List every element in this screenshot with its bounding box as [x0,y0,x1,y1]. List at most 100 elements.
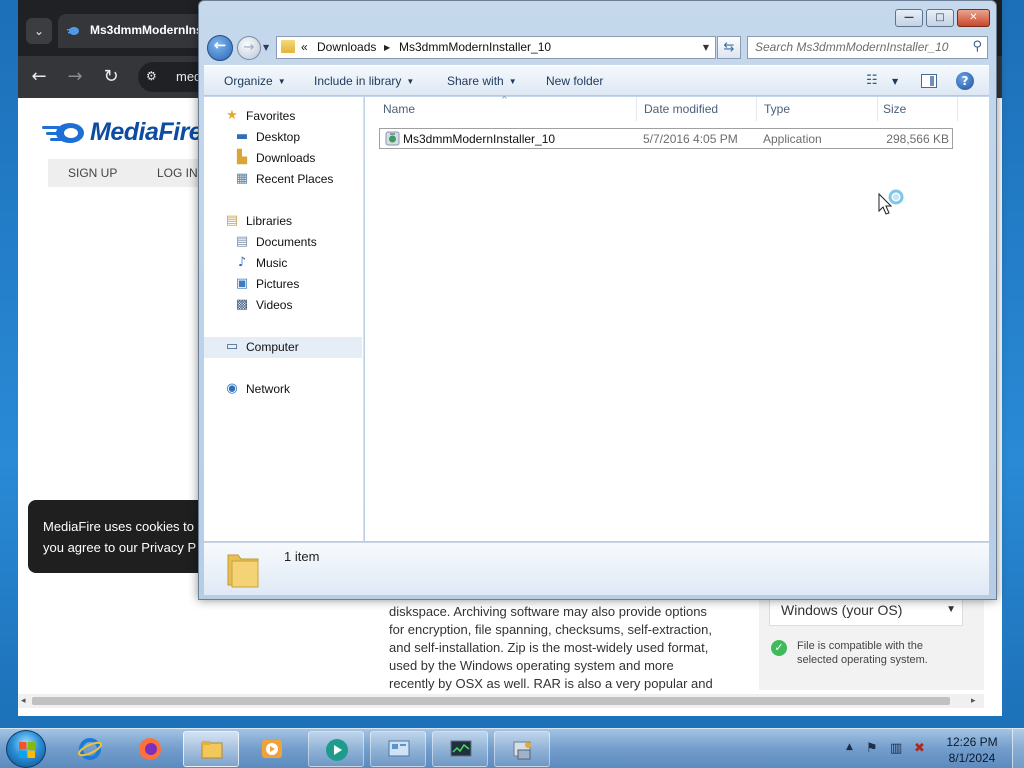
breadcrumb-overflow[interactable]: « [301,40,308,54]
column-divider[interactable] [957,97,958,121]
mediafire-flame-icon [42,123,84,143]
organize-button[interactable]: Organize ▼ [224,74,286,88]
taskbar-windows-explorer[interactable] [183,731,239,767]
minimize-button[interactable]: — [895,9,923,27]
dropdown-arrow-icon: ▼ [946,604,956,615]
volume-muted-icon[interactable]: ✖ [914,741,925,756]
app-circle-icon [326,739,348,761]
refresh-button[interactable]: ⇆ [717,36,741,59]
taskbar-control-panel[interactable] [370,731,426,767]
show-hidden-icons-icon[interactable]: ▲ [846,742,853,752]
breadcrumb-current-folder[interactable]: Ms3dmmModernInstaller_10 [399,40,551,54]
scroll-left-icon[interactable]: ◂ [21,696,26,706]
nav-item-music[interactable]: ♪ Music [204,253,362,274]
documents-icon: ▤ [235,234,249,249]
check-icon: ✓ [771,640,787,656]
nav-item-libraries[interactable]: ▤ Libraries [204,211,362,232]
breadcrumb-downloads[interactable]: Downloads [317,40,376,54]
file-row[interactable]: Ms3dmmModernInstaller_10 5/7/2016 4:05 P… [379,128,953,149]
browser-back-icon[interactable]: ← [26,64,52,90]
address-history-icon[interactable]: ▼ [703,43,709,52]
scrollbar-thumb[interactable] [32,697,950,705]
browser-forward-icon[interactable]: → [62,64,88,90]
nav-item-computer[interactable]: ▭ Computer [204,337,362,358]
application-icon [385,131,400,146]
nav-item-desktop[interactable]: ▬ Desktop [204,127,362,148]
column-header-date-modified[interactable]: Date modified [644,102,718,116]
include-in-library-button[interactable]: Include in library ▼ [314,74,414,88]
share-with-button[interactable]: Share with ▼ [447,74,517,88]
file-size: 298,566 KB [886,132,949,146]
maximize-button[interactable]: □ [926,9,954,27]
mediafire-logo[interactable]: MediaFire [40,118,210,148]
windows-logo-icon [19,742,35,758]
taskbar-installer[interactable] [494,731,550,767]
column-divider[interactable] [756,97,757,121]
site-info-icon[interactable]: ⚙ [146,69,157,83]
forward-button[interactable]: → [237,36,261,60]
taskbar-firefox[interactable] [122,731,178,767]
view-menu-caret-icon[interactable]: ▼ [892,77,898,86]
nav-label: Recent Places [256,172,334,186]
recent-places-icon: ▦ [235,171,249,186]
computer-icon: ▭ [225,339,239,354]
action-center-flag-icon[interactable]: ⚑ [866,741,878,756]
pictures-icon: ▣ [235,276,249,291]
compat-message: File is compatible with the selected ope… [797,640,928,666]
system-clock[interactable]: 12:26 PM 8/1/2024 [936,734,1008,766]
desktop-icon: ▬ [235,129,249,144]
column-divider[interactable] [636,97,637,121]
recent-pages-icon[interactable]: ▼ [263,43,269,52]
signup-link[interactable]: SIGN UP [68,166,117,180]
nav-item-videos[interactable]: ▩ Videos [204,295,362,316]
os-select-value: Windows (your OS) [781,602,903,618]
nav-item-recent-places[interactable]: ▦ Recent Places [204,169,362,190]
view-options-icon[interactable]: ☷ [866,73,878,88]
start-button[interactable] [6,730,46,768]
close-button[interactable]: ✕ [957,9,990,27]
mediafire-account-nav: SIGN UP LOG IN [48,159,208,187]
taskbar: ▲ ⚑ ▥ ✖ 12:26 PM 8/1/2024 [0,728,1024,768]
new-folder-button[interactable]: New folder [546,74,603,88]
network-tray-icon[interactable]: ▥ [890,741,902,756]
nav-item-downloads[interactable]: ▙ Downloads [204,148,362,169]
login-link[interactable]: LOG IN [157,166,198,180]
tab-search-button[interactable]: ⌄ [26,18,52,44]
search-placeholder: Search Ms3dmmModernInstaller_10 [755,40,949,54]
column-header-name[interactable]: Name [383,102,415,116]
file-list-pane: ^ Name Date modified Type Size Ms3dmmMod… [365,95,989,541]
horizontal-scrollbar[interactable]: ◂ ▸ [18,694,984,708]
nav-label: Music [256,256,288,270]
mediafire-logo-text: MediaFire [90,118,203,146]
help-icon[interactable]: ? [956,72,974,90]
taskbar-task-manager[interactable] [432,731,488,767]
scroll-right-icon[interactable]: ▸ [971,696,976,706]
description-line: recently by OSX as well. RAR is also a v… [389,676,713,691]
show-desktop-button[interactable] [1012,729,1024,768]
taskbar-internet-explorer[interactable] [62,731,118,767]
address-bar[interactable]: « Downloads ▶ Ms3dmmModernInstaller_10 ▼ [276,36,716,59]
busy-cursor-icon [878,189,904,215]
nav-item-pictures[interactable]: ▣ Pictures [204,274,362,295]
search-icon[interactable]: ⚲ [972,39,982,54]
preview-pane-icon[interactable] [921,74,937,88]
column-header-type[interactable]: Type [764,102,790,116]
file-name: Ms3dmmModernInstaller_10 [403,132,556,146]
breadcrumb-separator-icon[interactable]: ▶ [384,43,390,52]
explorer-folder-icon [201,741,223,759]
column-header-size[interactable]: Size [883,102,906,116]
taskbar-media-player[interactable] [244,731,300,767]
search-box[interactable]: Search Ms3dmmModernInstaller_10 ⚲ [747,36,988,59]
browser-reload-icon[interactable]: ↻ [98,64,124,90]
clock-date: 8/1/2024 [948,751,996,765]
folder-icon [281,40,295,53]
archive-description: diskspace. Archiving software may also p… [389,603,729,693]
music-icon: ♪ [237,255,247,270]
nav-item-documents[interactable]: ▤ Documents [204,232,362,253]
nav-item-favorites[interactable]: ★ Favorites [204,106,362,127]
column-divider[interactable] [877,97,878,121]
nav-item-network[interactable]: ◉ Network [204,379,362,400]
downloads-folder-icon: ▙ [237,150,247,165]
back-button[interactable]: ← [207,35,233,61]
taskbar-chrome-app[interactable] [308,731,364,767]
